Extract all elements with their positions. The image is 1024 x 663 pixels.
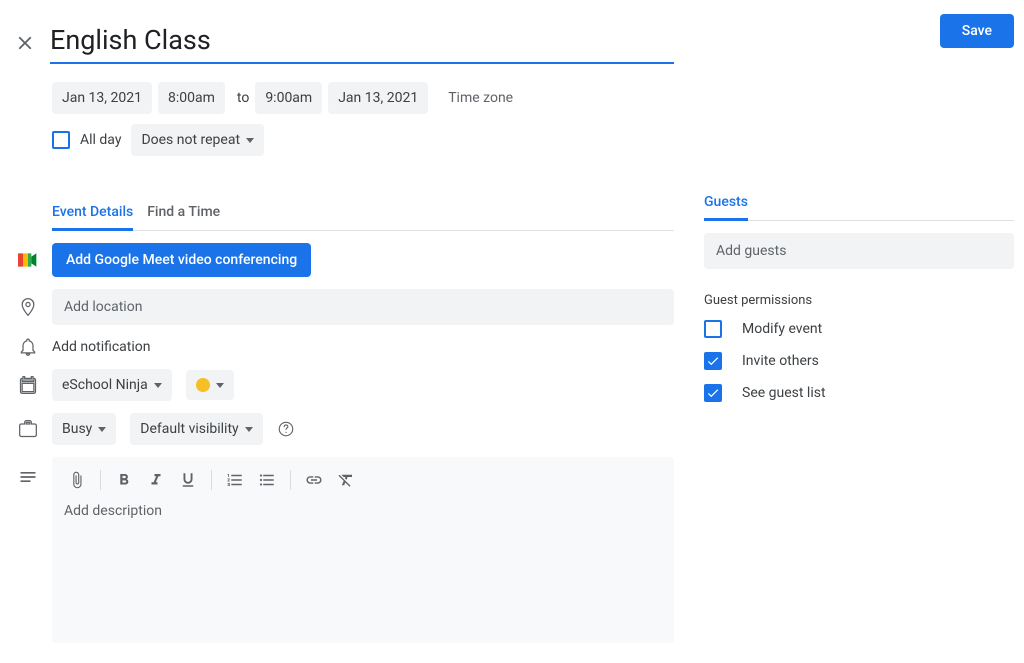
- see-guest-list-checkbox[interactable]: [704, 384, 722, 402]
- chevron-down-icon: [216, 383, 224, 388]
- meet-icon: [18, 250, 38, 270]
- briefcase-icon: [18, 419, 38, 439]
- chevron-down-icon: [246, 138, 254, 143]
- invite-others-label: Invite others: [742, 353, 819, 369]
- italic-icon[interactable]: [141, 465, 171, 495]
- separator: [100, 470, 101, 490]
- separator: [290, 470, 291, 490]
- description-textarea[interactable]: Add description: [52, 503, 674, 643]
- clear-formatting-icon[interactable]: [331, 465, 361, 495]
- link-icon[interactable]: [299, 465, 329, 495]
- bold-icon[interactable]: [109, 465, 139, 495]
- chevron-down-icon: [245, 427, 253, 432]
- visibility-label: Default visibility: [140, 421, 238, 437]
- modify-event-label: Modify event: [742, 321, 822, 337]
- availability-dropdown[interactable]: Busy: [52, 413, 116, 445]
- event-title-input[interactable]: [50, 20, 674, 64]
- description-icon: [18, 467, 38, 487]
- color-dropdown[interactable]: [186, 370, 234, 400]
- numbered-list-icon[interactable]: [220, 465, 250, 495]
- allday-label: All day: [80, 132, 121, 148]
- end-time-chip[interactable]: 9:00am: [255, 82, 322, 114]
- attach-icon[interactable]: [62, 465, 92, 495]
- recurrence-label: Does not repeat: [141, 132, 240, 148]
- start-time-chip[interactable]: 8:00am: [158, 82, 225, 114]
- invite-others-checkbox[interactable]: [704, 352, 722, 370]
- visibility-dropdown[interactable]: Default visibility: [130, 413, 262, 445]
- underline-icon[interactable]: [173, 465, 203, 495]
- recurrence-dropdown[interactable]: Does not repeat: [131, 124, 264, 156]
- guest-permissions-title: Guest permissions: [704, 293, 1014, 308]
- location-icon: [18, 297, 38, 317]
- calendar-name: eSchool Ninja: [62, 377, 148, 393]
- to-label: to: [237, 90, 249, 106]
- help-icon[interactable]: [277, 420, 295, 438]
- add-guests-input[interactable]: [704, 233, 1014, 269]
- color-swatch: [196, 378, 210, 392]
- separator: [211, 470, 212, 490]
- calendar-icon: [18, 375, 38, 395]
- description-editor: Add description: [52, 457, 674, 643]
- editor-toolbar: [52, 457, 674, 503]
- save-button[interactable]: Save: [940, 14, 1014, 48]
- modify-event-checkbox[interactable]: [704, 320, 722, 338]
- notification-icon: [18, 337, 38, 357]
- tab-event-details[interactable]: Event Details: [52, 196, 133, 231]
- allday-checkbox[interactable]: [52, 131, 70, 149]
- location-input[interactable]: [52, 289, 674, 325]
- tab-find-a-time[interactable]: Find a Time: [147, 196, 220, 231]
- tab-guests[interactable]: Guests: [704, 186, 748, 221]
- bulleted-list-icon[interactable]: [252, 465, 282, 495]
- end-date-chip[interactable]: Jan 13, 2021: [328, 82, 428, 114]
- timezone-link[interactable]: Time zone: [448, 90, 513, 106]
- close-icon[interactable]: [14, 32, 36, 54]
- chevron-down-icon: [98, 427, 106, 432]
- start-date-chip[interactable]: Jan 13, 2021: [52, 82, 152, 114]
- see-guest-list-label: See guest list: [742, 385, 826, 401]
- calendar-dropdown[interactable]: eSchool Ninja: [52, 369, 172, 401]
- availability-label: Busy: [62, 421, 92, 437]
- add-notification-link[interactable]: Add notification: [52, 339, 151, 355]
- chevron-down-icon: [154, 383, 162, 388]
- add-meet-button[interactable]: Add Google Meet video conferencing: [52, 243, 311, 277]
